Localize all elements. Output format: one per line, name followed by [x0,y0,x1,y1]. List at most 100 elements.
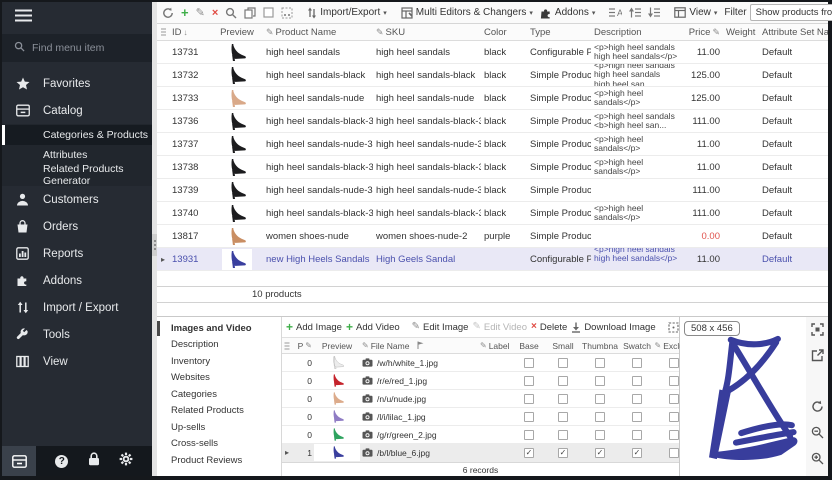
rotate-icon[interactable] [811,400,824,418]
base-checkbox[interactable] [512,390,546,407]
checkbox[interactable] [632,412,642,422]
checkbox[interactable] [524,412,534,422]
row-selector-icon[interactable] [282,342,292,350]
checkbox[interactable] [632,376,642,386]
thumbnail-checkbox[interactable] [580,354,620,371]
checkbox[interactable]: ✓ [632,448,642,458]
checkbox[interactable] [632,430,642,440]
product-row-13736[interactable]: 13736high heel sandals-black-36high heel… [157,110,828,133]
column-header-color[interactable]: Color [481,27,527,38]
tab-images-and-video[interactable]: Images and Video [157,320,281,337]
checkbox[interactable] [558,412,568,422]
checkbox[interactable] [558,358,568,368]
base-checkbox[interactable]: ✓ [512,444,546,461]
open-external-icon[interactable] [811,349,824,367]
checkbox[interactable] [558,376,568,386]
image-row-red_1.jpg[interactable]: 0 /r/e/red_1.jpg [282,372,679,390]
delete-product-button[interactable]: × [210,7,220,19]
column-header-attribute-set[interactable]: Attribute Set Name [759,27,828,38]
column-header-small[interactable]: Small [546,341,580,351]
checkbox[interactable] [632,394,642,404]
base-checkbox[interactable] [512,372,546,389]
store-icon[interactable] [2,446,36,476]
edit-image-button[interactable]: ✎Edit Image [412,322,469,333]
checkbox[interactable] [524,358,534,368]
checkbox[interactable] [524,394,534,404]
sidebar-item-tools[interactable]: Tools [2,321,152,348]
base-checkbox[interactable] [512,408,546,425]
thumbnail-checkbox[interactable] [580,390,620,407]
add-product-button[interactable]: + [179,7,191,19]
image-row-green_2.jpg[interactable]: 0 /g/r/green_2.jpg [282,426,679,444]
column-header-type[interactable]: Type [527,27,591,38]
small-checkbox[interactable] [546,408,580,425]
sidebar-item-categories-products[interactable]: Categories & Products [2,125,152,145]
hamburger-menu-icon[interactable] [15,9,32,27]
base-checkbox[interactable] [512,426,546,443]
column-header-file-name[interactable]: ✎File Name [360,341,478,351]
image-row-lilac_1.jpg[interactable]: 0 /l/i/lilac_1.jpg [282,408,679,426]
checkbox[interactable]: ✓ [524,448,534,458]
checkbox[interactable] [524,430,534,440]
small-checkbox[interactable]: ✓ [546,444,580,461]
thumbnail-checkbox[interactable]: ✓ [580,444,620,461]
view-menu[interactable]: View▾ [672,6,719,19]
copy-icon[interactable] [242,6,258,20]
small-checkbox[interactable] [546,354,580,371]
checkbox[interactable] [595,358,605,368]
swatch-checkbox[interactable] [620,372,654,389]
column-header-description[interactable]: Description [591,27,681,38]
swatch-checkbox[interactable] [620,408,654,425]
small-checkbox[interactable] [546,390,580,407]
exclude-checkbox[interactable] [654,390,679,407]
addons-menu[interactable]: Addons▾ [538,6,597,20]
tab-product-reviews[interactable]: Product Reviews [157,452,281,469]
checkbox[interactable] [595,430,605,440]
sort-letters-icon[interactable]: A [607,6,624,19]
sidebar-item-orders[interactable]: Orders [2,213,152,240]
checkbox[interactable] [669,448,679,458]
sidebar-item-favorites[interactable]: Favorites [2,70,152,97]
exclude-checkbox[interactable] [654,444,679,461]
column-header-base[interactable]: Base [512,341,546,351]
column-header-position[interactable]: P✎ [292,341,314,351]
column-header-weight[interactable]: Weight [723,27,759,38]
small-checkbox[interactable] [546,426,580,443]
refresh-icon[interactable] [160,6,176,20]
checkbox[interactable]: ✓ [595,448,605,458]
thumbnail-checkbox[interactable] [580,372,620,389]
swatch-checkbox[interactable]: ✓ [620,444,654,461]
delete-button[interactable]: ×Delete [531,322,567,333]
product-row-13740[interactable]: 13740high heel sandals-black-38high heel… [157,202,828,225]
product-row-13737[interactable]: 13737high heel sandals-nude-36high heel … [157,133,828,156]
column-header-preview[interactable]: Preview [314,341,360,351]
column-header-product-name[interactable]: ✎Product Name [263,27,373,38]
fit-to-screen-icon[interactable] [811,323,824,341]
sidebar-item-catalog[interactable]: Catalog [2,97,152,124]
image-row-blue_6.jpg[interactable]: ▸1 /b/l/blue_6.jpg✓✓✓✓ [282,444,679,462]
thumbnail-checkbox[interactable] [580,408,620,425]
checkbox[interactable] [669,394,679,404]
exclude-checkbox[interactable] [654,426,679,443]
add-video-button[interactable]: +Add Video [346,322,400,333]
swatch-checkbox[interactable] [620,390,654,407]
column-header-label[interactable]: ✎Label [478,341,512,351]
column-header-thumbnail[interactable]: Thumbna [580,341,620,351]
column-header-preview[interactable]: Preview [211,27,263,38]
product-row-13817[interactable]: 13817women shoes-nudewomen shoes-nude-2p… [157,225,828,248]
multi-select-cells-icon[interactable] [279,6,295,20]
checkbox[interactable] [558,394,568,404]
checkbox[interactable] [595,412,605,422]
sidebar-item-attributes[interactable]: Attributes [2,145,152,165]
column-header-price[interactable]: Price✎ [681,27,723,38]
exclude-checkbox[interactable] [654,372,679,389]
sidebar-item-customers[interactable]: Customers [2,186,152,213]
column-header-id[interactable]: ID↓ [169,27,211,38]
tab-description[interactable]: Description [157,337,281,354]
help-icon[interactable]: ? [55,455,68,468]
zoom-out-icon[interactable] [811,426,824,444]
splitter-handle[interactable] [152,234,157,256]
product-row-13739[interactable]: 13739high heel sandals-nude-37high heel … [157,179,828,202]
product-row-13731[interactable]: 13731high heel sandalshigh heel sandalsb… [157,41,828,64]
product-row-13733[interactable]: 13733high heel sandals-nudehigh heel san… [157,87,828,110]
